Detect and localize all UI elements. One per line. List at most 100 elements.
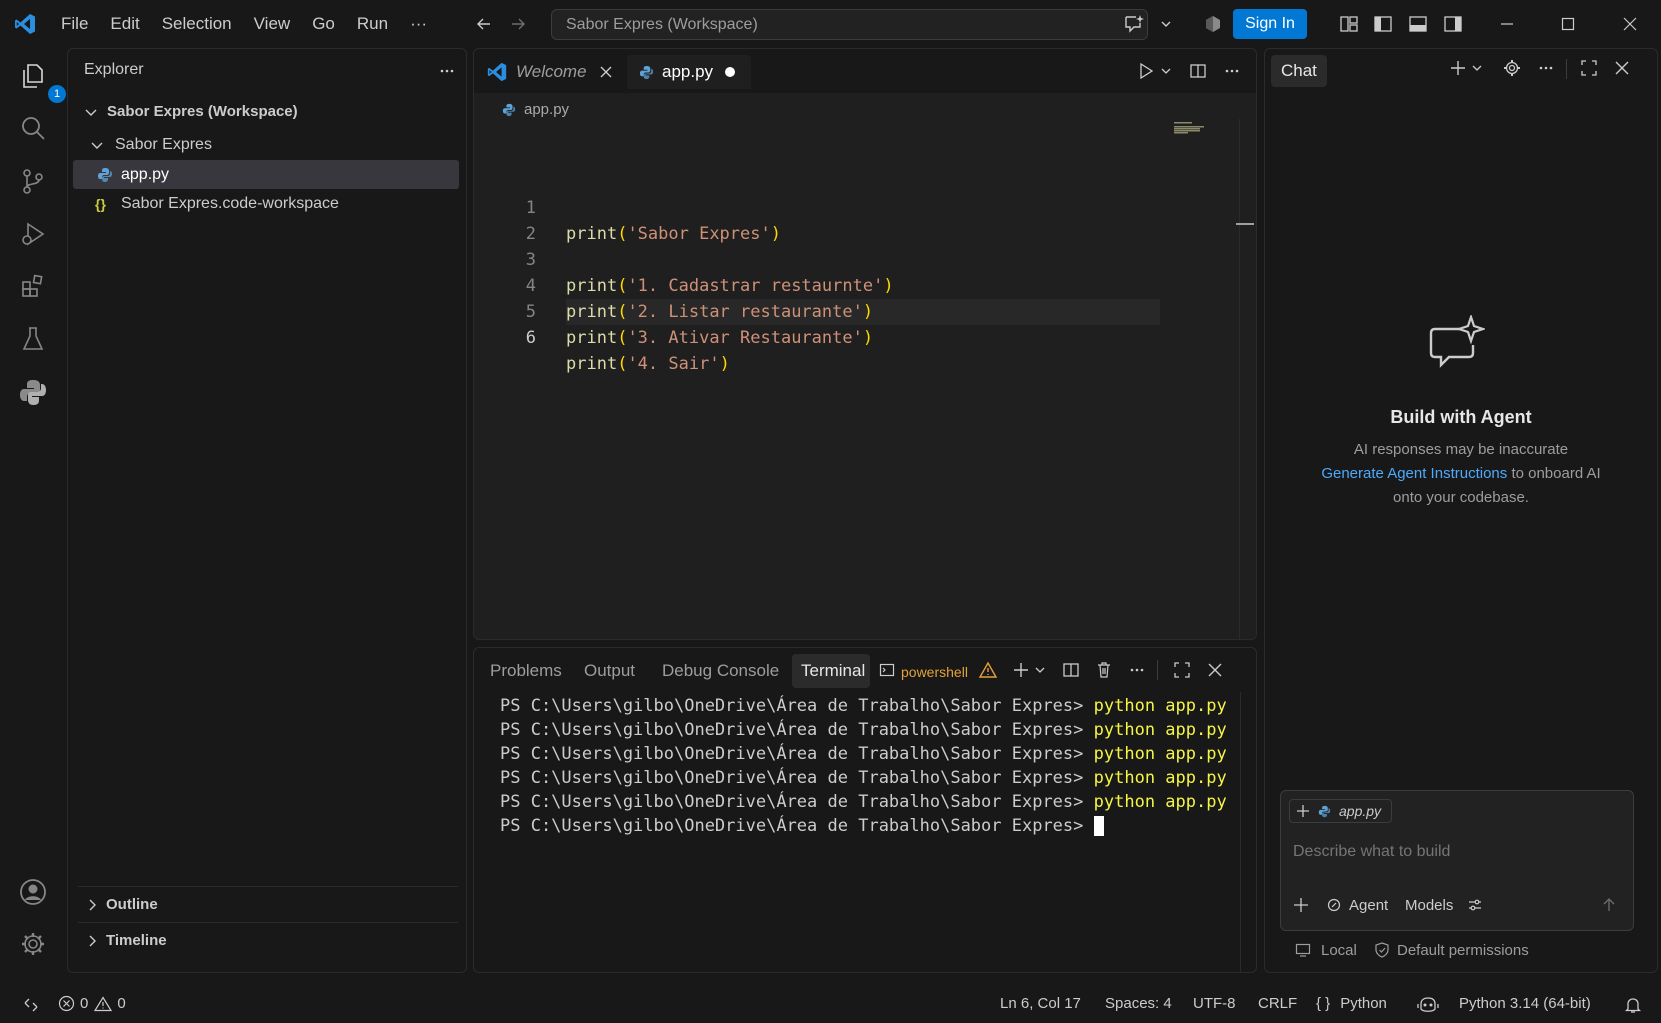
unsaved-dot-icon[interactable] [725, 67, 736, 77]
toggle-panel-icon[interactable] [1407, 13, 1429, 35]
menu-more[interactable]: ··· [399, 0, 438, 48]
menu-selection[interactable]: Selection [151, 0, 243, 48]
explorer-files-icon[interactable]: 1 [13, 56, 66, 103]
local-session-picker[interactable]: Local [1295, 940, 1357, 960]
file-row-app-py[interactable]: app.py [73, 160, 459, 189]
file-row-workspace[interactable]: {} Sabor Expres.code-workspace [73, 189, 459, 218]
tab-terminal[interactable]: Terminal [801, 661, 865, 681]
editor-more-icon[interactable] [1220, 59, 1244, 83]
split-terminal-icon[interactable] [1060, 659, 1082, 681]
breadcrumb[interactable]: app.py [502, 101, 569, 118]
terminal-line[interactable]: PS C:\Users\gilbo\OneDrive\Área de Traba… [500, 742, 1227, 766]
problems-indicator[interactable]: 0 0 [58, 995, 126, 1012]
close-panel-icon[interactable] [1204, 659, 1226, 681]
code-line[interactable]: 5 print('3. Ativar Restaurante') [474, 273, 1174, 348]
chat-settings-gear-icon[interactable] [1501, 57, 1523, 79]
terminal-name[interactable]: powershell [901, 664, 968, 680]
close-window-icon[interactable] [1618, 12, 1642, 36]
manage-gear-icon[interactable] [13, 924, 53, 964]
python-icon[interactable] [13, 372, 53, 412]
extensions-icon[interactable] [13, 266, 53, 306]
maximize-panel-icon[interactable] [1171, 659, 1193, 681]
toggle-primary-sidebar-icon[interactable] [1372, 13, 1394, 35]
indentation[interactable]: Spaces: 4 [1105, 995, 1172, 1012]
accounts-icon[interactable] [13, 872, 53, 912]
terminal-line[interactable]: PS C:\Users\gilbo\OneDrive\Área de Traba… [500, 814, 1104, 838]
attach-plus-icon[interactable] [1291, 895, 1311, 915]
tab-problems[interactable]: Problems [490, 661, 562, 681]
send-arrow-up-icon[interactable] [1599, 895, 1619, 915]
code-line[interactable]: 1 print('Sabor Expres') [474, 169, 1174, 244]
terminal-scrollbar[interactable] [1240, 692, 1241, 972]
terminal-line[interactable]: PS C:\Users\gilbo\OneDrive\Área de Traba… [500, 694, 1227, 718]
tab-welcome[interactable]: Welcome [482, 55, 622, 89]
cursor-position[interactable]: Ln 6, Col 17 [1000, 995, 1081, 1012]
trash-icon[interactable] [1093, 659, 1115, 681]
chevron-down-icon[interactable] [1469, 60, 1485, 76]
minimap[interactable] [1174, 121, 1208, 135]
run-python-file-icon[interactable] [1134, 59, 1158, 83]
tab-app-py[interactable]: app.py [627, 55, 751, 89]
terminal-line[interactable]: PS C:\Users\gilbo\OneDrive\Área de Traba… [500, 718, 1227, 742]
menu-go[interactable]: Go [301, 0, 346, 48]
forward-arrow-icon[interactable] [506, 12, 530, 36]
toggle-secondary-sidebar-icon[interactable] [1442, 13, 1464, 35]
testing-flask-icon[interactable] [13, 319, 53, 359]
chat-sparkle-icon[interactable] [1120, 10, 1148, 38]
chat-prompt-input[interactable] [1293, 839, 1623, 865]
explorer-more-icon[interactable] [435, 59, 459, 83]
terminal-line[interactable]: PS C:\Users\gilbo\OneDrive\Área de Traba… [500, 766, 1227, 790]
permissions-picker[interactable]: Default permissions [1375, 940, 1529, 960]
line-endings[interactable]: CRLF [1258, 995, 1297, 1012]
copilot-icon[interactable] [1201, 12, 1225, 36]
copilot-status-icon[interactable] [1416, 993, 1440, 1017]
split-editor-icon[interactable] [1186, 59, 1210, 83]
language-mode[interactable]: { } Python [1316, 995, 1387, 1012]
workspace-root-row[interactable]: Sabor Expres (Workspace) [73, 97, 459, 126]
encoding[interactable]: UTF-8 [1193, 995, 1236, 1012]
minimize-window-icon[interactable] [1495, 12, 1519, 36]
command-center[interactable]: Sabor Expres (Workspace) [551, 9, 1148, 40]
close-icon[interactable] [599, 65, 613, 79]
maximize-window-icon[interactable] [1556, 12, 1580, 36]
models-picker[interactable]: Models [1405, 897, 1453, 914]
agent-mode-picker[interactable]: Agent [1327, 893, 1388, 917]
notifications-bell-icon[interactable] [1622, 994, 1644, 1016]
menu-file[interactable]: File [50, 0, 99, 48]
remote-indicator-icon[interactable] [20, 994, 42, 1016]
code-line[interactable]: 3 print('1. Cadastrar restaurnte') [474, 221, 1174, 296]
editor-scrollbar-track[interactable] [1239, 119, 1240, 639]
timeline-section[interactable]: Timeline [78, 922, 458, 958]
tools-sliders-icon[interactable] [1465, 895, 1485, 915]
new-terminal-plus-icon[interactable] [1010, 659, 1032, 681]
code-line[interactable]: 2 [474, 195, 1174, 244]
menu-edit[interactable]: Edit [99, 0, 150, 48]
chevron-down-icon[interactable] [1158, 63, 1174, 79]
chat-input-box[interactable]: app.py Agent Models [1280, 790, 1634, 931]
menu-run[interactable]: Run [346, 0, 399, 48]
folder-row[interactable]: Sabor Expres [73, 130, 459, 159]
tab-debug-console[interactable]: Debug Console [662, 661, 779, 681]
tab-output[interactable]: Output [584, 661, 635, 681]
python-interpreter[interactable]: Python 3.14 (64-bit) [1459, 995, 1591, 1012]
generate-instructions-link[interactable]: Generate Agent Instructions [1321, 465, 1507, 482]
chevron-down-icon[interactable] [1156, 14, 1176, 34]
warning-icon[interactable] [977, 659, 999, 681]
panel-more-icon[interactable] [1126, 659, 1148, 681]
maximize-chat-icon[interactable] [1578, 57, 1600, 79]
add-context-plus-icon[interactable] [1296, 804, 1310, 818]
source-control-icon[interactable] [13, 161, 53, 201]
customize-layout-icon[interactable] [1338, 13, 1360, 35]
outline-section[interactable]: Outline [78, 886, 458, 922]
code-line[interactable]: 6 print('4. Sair') [474, 299, 1174, 374]
sign-in-button[interactable]: Sign In [1233, 9, 1307, 39]
chat-more-icon[interactable] [1535, 57, 1557, 79]
menu-view[interactable]: View [243, 0, 302, 48]
chevron-down-icon[interactable] [1032, 662, 1048, 678]
terminal-line[interactable]: PS C:\Users\gilbo\OneDrive\Área de Traba… [500, 790, 1227, 814]
run-debug-icon[interactable] [13, 214, 53, 254]
chat-title[interactable]: Chat [1271, 55, 1327, 87]
search-icon[interactable] [13, 108, 53, 148]
close-chat-icon[interactable] [1611, 57, 1633, 79]
context-chip[interactable]: app.py [1289, 799, 1393, 823]
